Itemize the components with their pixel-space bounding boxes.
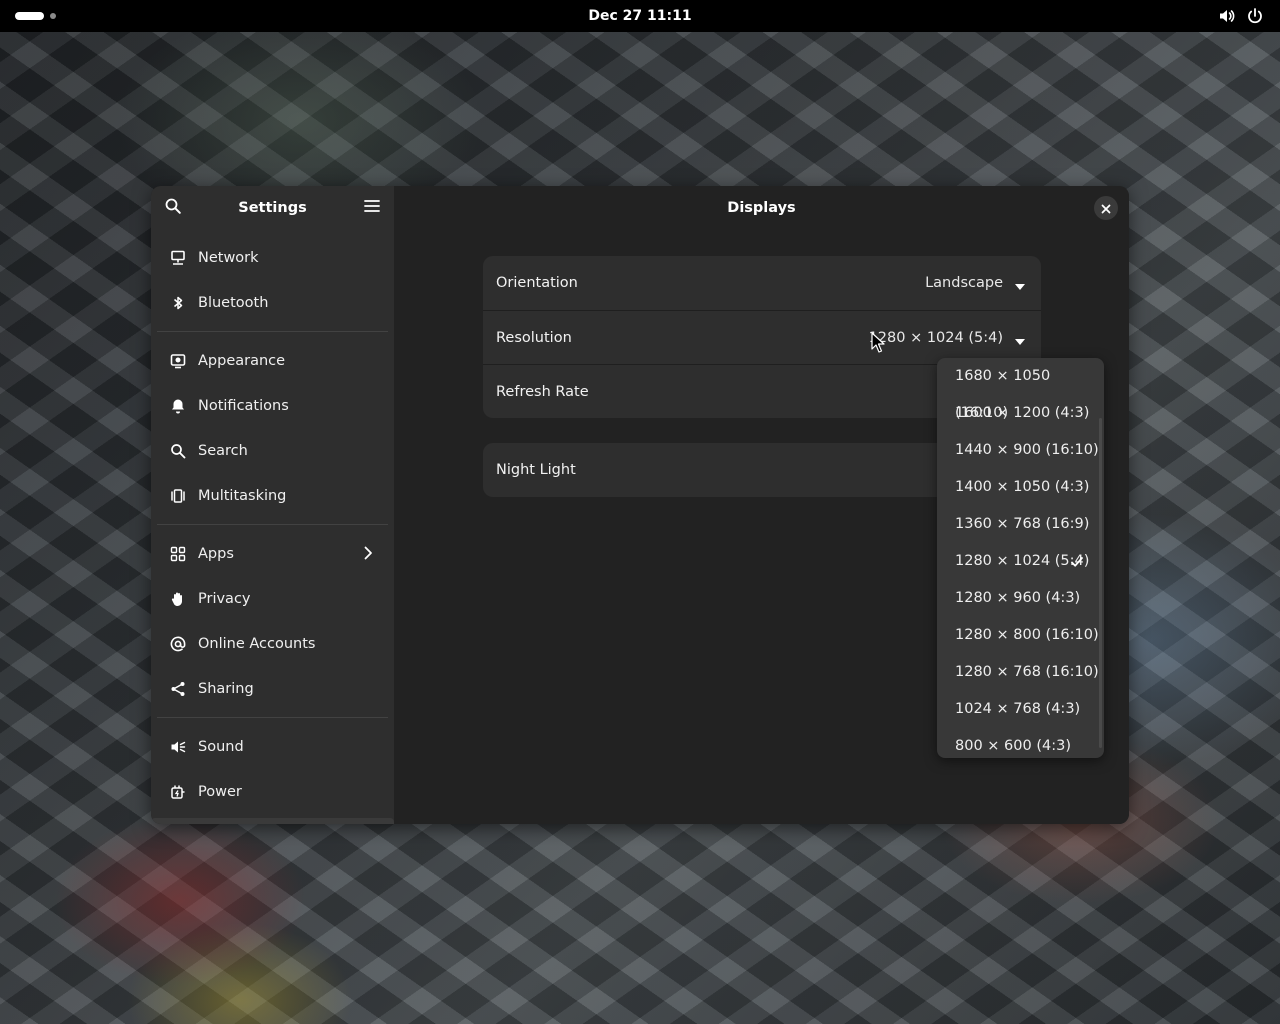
resolution-option[interactable]: 1360 × 768 (16:9) xyxy=(937,506,1104,543)
resolution-option-label: 1440 × 900 (16:10) xyxy=(955,442,1099,458)
night-light-label: Night Light xyxy=(496,462,576,478)
sidebar-item-apps[interactable]: Apps xyxy=(151,531,394,576)
resolution-option[interactable]: 1280 × 1024 (5:4) xyxy=(937,543,1104,580)
system-tray[interactable] xyxy=(1218,7,1264,25)
sidebar-list: Network Bluetooth Appearance Notificatio… xyxy=(151,230,394,814)
sidebar-item-label: Bluetooth xyxy=(198,294,269,311)
sidebar-item-label: Notifications xyxy=(198,397,289,414)
sidebar-item-multitasking[interactable]: Multitasking xyxy=(151,473,394,518)
hand-icon xyxy=(170,591,186,607)
network-icon xyxy=(170,250,186,266)
power-plug-icon xyxy=(170,784,186,800)
resolution-option[interactable]: 1280 × 800 (16:10) xyxy=(937,617,1104,654)
bell-icon xyxy=(170,398,186,414)
resolution-option-label: 1360 × 768 (16:9) xyxy=(955,516,1090,532)
sidebar-item-appearance[interactable]: Appearance xyxy=(151,338,394,383)
resolution-option-label: 1600 × 1200 (4:3) xyxy=(955,405,1090,421)
sidebar-header: Settings xyxy=(151,186,394,230)
sidebar-item-bluetooth[interactable]: Bluetooth xyxy=(151,280,394,325)
content-header: Displays xyxy=(394,186,1129,230)
resolution-options-list: 1680 × 1050 (16:10) 1600 × 1200 (4:3) 1440… xyxy=(937,358,1104,758)
resolution-option[interactable]: 1440 × 900 (16:10) xyxy=(937,432,1104,469)
sidebar-item-label: Multitasking xyxy=(198,487,287,504)
mouse-cursor-icon xyxy=(871,332,885,353)
resolution-row[interactable]: Resolution 1280 × 1024 (5:4) xyxy=(483,310,1041,364)
share-icon xyxy=(170,681,186,697)
resolution-dropdown-menu: 1680 × 1050 (16:10) 1600 × 1200 (4:3) 1440… xyxy=(937,358,1104,758)
close-icon xyxy=(1101,199,1111,218)
apps-icon xyxy=(170,546,186,562)
sidebar: Settings Network Bluetooth Appearance No… xyxy=(151,186,394,824)
clock-container: Dec 27 11:11 xyxy=(0,0,1280,32)
bluetooth-icon xyxy=(170,295,186,311)
sidebar-item-label: Apps xyxy=(198,545,234,562)
power-icon[interactable] xyxy=(1246,7,1264,25)
dropdown-arrow-icon xyxy=(1015,279,1025,290)
sidebar-item-label: Privacy xyxy=(198,590,251,607)
chevron-right-icon xyxy=(360,545,376,561)
orientation-row[interactable]: Orientation Landscape xyxy=(483,256,1041,310)
resolution-option[interactable]: 1600 × 1200 (4:3) xyxy=(937,395,1104,432)
multitasking-icon xyxy=(170,488,186,504)
sidebar-item-sound[interactable]: Sound xyxy=(151,724,394,769)
resolution-option[interactable]: 1280 × 960 (4:3) xyxy=(937,580,1104,617)
workspace-active-indicator xyxy=(15,12,44,20)
main-menu-button[interactable] xyxy=(360,196,384,220)
sidebar-item-privacy[interactable]: Privacy xyxy=(151,576,394,621)
sidebar-item-online-accounts[interactable]: Online Accounts xyxy=(151,621,394,666)
sidebar-item-label: Online Accounts xyxy=(198,635,316,652)
resolution-option-label: 1400 × 1050 (4:3) xyxy=(955,479,1090,495)
resolution-option-label: 1280 × 800 (16:10) xyxy=(955,627,1099,643)
speaker-icon xyxy=(170,739,186,755)
workspace-indicator xyxy=(50,13,56,19)
orientation-label: Orientation xyxy=(496,275,578,291)
volume-icon[interactable] xyxy=(1218,7,1236,25)
sidebar-separator xyxy=(157,331,388,332)
sidebar-item-label: Search xyxy=(198,442,248,459)
top-bar: Dec 27 11:11 xyxy=(0,0,1280,32)
sidebar-item-network[interactable]: Network xyxy=(151,235,394,280)
close-button[interactable] xyxy=(1094,196,1118,220)
at-icon xyxy=(170,636,186,652)
appearance-icon xyxy=(170,353,186,369)
sidebar-item-sharing[interactable]: Sharing xyxy=(151,666,394,711)
activities-indicator[interactable] xyxy=(15,12,56,20)
resolution-option[interactable]: 1280 × 768 (16:10) xyxy=(937,654,1104,691)
hamburger-icon xyxy=(363,197,381,219)
sidebar-item-label: Sound xyxy=(198,738,244,755)
refresh-rate-label: Refresh Rate xyxy=(496,383,589,400)
clock[interactable]: Dec 27 11:11 xyxy=(588,8,691,24)
sidebar-item-notifications[interactable]: Notifications xyxy=(151,383,394,428)
resolution-option[interactable]: 1680 × 1050 (16:10) xyxy=(937,358,1104,421)
sidebar-item-label: Power xyxy=(198,783,242,800)
sidebar-title: Settings xyxy=(238,200,307,216)
orientation-value[interactable]: Landscape xyxy=(925,256,1003,310)
checkmark-icon xyxy=(1071,557,1083,567)
resolution-option-label: 1280 × 960 (4:3) xyxy=(955,590,1081,606)
sidebar-item-search[interactable]: Search xyxy=(151,428,394,473)
resolution-option-label: 1024 × 768 (4:3) xyxy=(955,701,1081,717)
page-title: Displays xyxy=(727,200,796,216)
sidebar-item-label: Network xyxy=(198,249,259,266)
dropdown-arrow-icon xyxy=(1015,334,1025,345)
sidebar-item-power[interactable]: Power xyxy=(151,769,394,814)
resolution-option[interactable]: 1024 × 768 (4:3) xyxy=(937,691,1104,728)
sidebar-scroll-edge xyxy=(151,818,394,824)
resolution-option-label: 1280 × 768 (16:10) xyxy=(955,664,1099,680)
resolution-option-label: 1280 × 1024 (5:4) xyxy=(955,553,1090,569)
scrollbar[interactable] xyxy=(1099,418,1102,748)
resolution-label: Resolution xyxy=(496,329,572,346)
resolution-option-label: 800 × 600 (4:3) xyxy=(955,738,1071,754)
resolution-value[interactable]: 1280 × 1024 (5:4) xyxy=(869,311,1003,365)
resolution-option[interactable]: 800 × 600 (4:3) xyxy=(937,728,1104,758)
sidebar-item-label: Sharing xyxy=(198,680,254,697)
search-icon xyxy=(170,443,186,459)
sidebar-separator xyxy=(157,717,388,718)
sidebar-item-label: Appearance xyxy=(198,352,286,369)
sidebar-separator xyxy=(157,524,388,525)
resolution-option[interactable]: 1400 × 1050 (4:3) xyxy=(937,469,1104,506)
